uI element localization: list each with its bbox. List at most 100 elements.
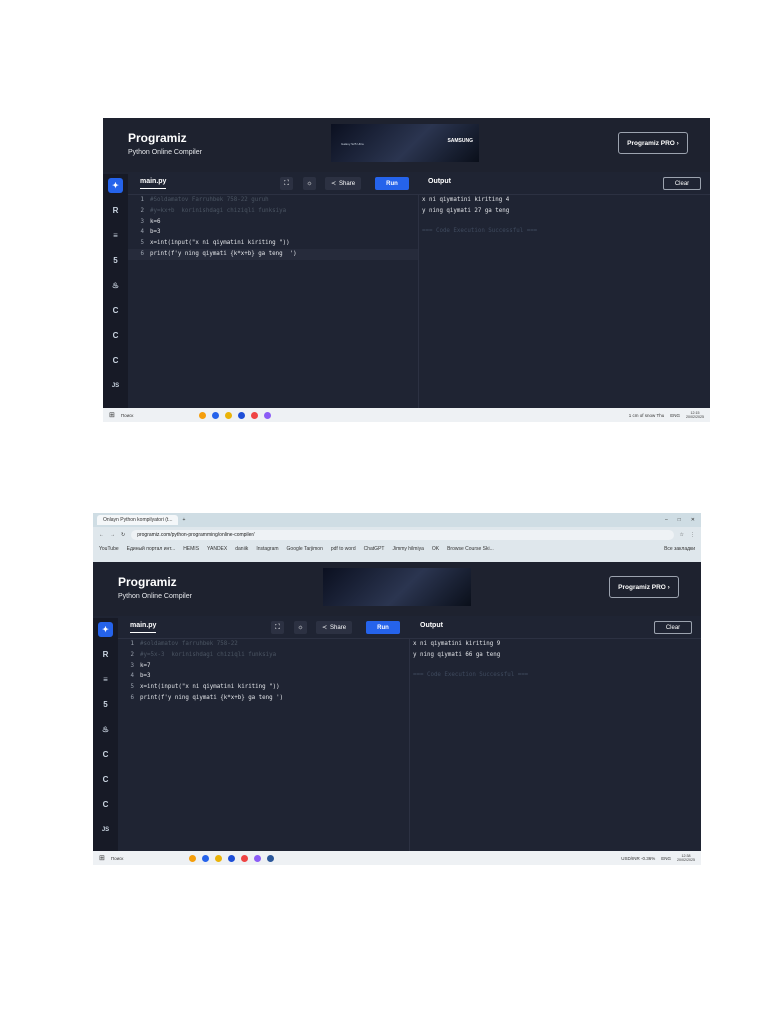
c-icon[interactable]: C: [98, 747, 113, 762]
forward-icon[interactable]: →: [110, 532, 115, 538]
clear-button[interactable]: Clear: [654, 621, 692, 634]
python-icon[interactable]: ✦: [108, 178, 123, 193]
share-button[interactable]: ≺ Share: [316, 621, 353, 634]
maximize-icon[interactable]: □: [678, 517, 681, 523]
clock[interactable]: 12:38 20/02/2025: [677, 854, 695, 862]
js-icon[interactable]: JS: [108, 378, 123, 393]
bookmark-item[interactable]: YANDEX: [207, 546, 227, 552]
clear-button[interactable]: Clear: [663, 177, 701, 190]
currency-widget[interactable]: USD/INR -0.36%: [621, 856, 655, 861]
cpp-icon[interactable]: C: [98, 772, 113, 787]
html-icon[interactable]: 5: [108, 253, 123, 268]
language-indicator[interactable]: ENG: [670, 413, 680, 418]
java-icon[interactable]: ♨: [108, 278, 123, 293]
output-panel[interactable]: x ni qiymatini kiriting 4 y ning qiymati…: [419, 195, 710, 408]
programiz-logo[interactable]: Programiz: [128, 131, 187, 145]
run-button[interactable]: Run: [375, 177, 409, 190]
csharp-icon[interactable]: C: [98, 797, 113, 812]
code-line: 4 b=3: [128, 227, 418, 238]
chrome-icon[interactable]: [251, 411, 259, 419]
output-panel[interactable]: x ni qiymatini kiriting 9 y ning qiymati…: [410, 639, 701, 851]
ad-banner[interactable]: [323, 568, 471, 606]
bookmark-item[interactable]: Единый портал инт...: [127, 546, 176, 552]
line-number: 3: [140, 218, 145, 225]
minimize-icon[interactable]: –: [665, 517, 668, 523]
browser-tab-row: Onlayn Python kompilyatori (t... + – □ ✕: [93, 513, 701, 527]
bookmark-item[interactable]: pdf to word: [331, 546, 356, 552]
fullscreen-icon[interactable]: ⛶: [271, 621, 284, 634]
bookmark-item[interactable]: YouTube: [99, 546, 119, 552]
bookmark-star-icon[interactable]: ☆: [680, 532, 684, 538]
r-language-icon[interactable]: R: [108, 203, 123, 218]
bookmark-item[interactable]: HEMIS: [183, 546, 199, 552]
java-icon[interactable]: ♨: [98, 722, 113, 737]
bookmark-item[interactable]: Browse Course Ski...: [447, 546, 494, 552]
screenshot-2: Onlayn Python kompilyatori (t... + – □ ✕…: [93, 513, 701, 865]
line-number: 2: [130, 651, 135, 658]
file-tab-main-py[interactable]: main.py: [130, 622, 157, 633]
taskbar-search[interactable]: Поиск: [121, 413, 133, 418]
theme-toggle-icon[interactable]: ☼: [294, 621, 307, 634]
new-tab-icon[interactable]: +: [182, 517, 185, 523]
file-explorer-icon[interactable]: [225, 411, 233, 419]
screenshot-1: Programiz Python Online Compiler Galaxy …: [103, 118, 710, 422]
share-button[interactable]: ≺ Share: [325, 177, 362, 190]
run-button[interactable]: Run: [366, 621, 400, 634]
menu-icon[interactable]: ⋮: [690, 532, 695, 538]
browser-tab[interactable]: Onlayn Python kompilyatori (t...: [97, 515, 179, 525]
back-icon[interactable]: ←: [99, 532, 104, 538]
bookmark-item[interactable]: Jimmy hilmiya: [392, 546, 423, 552]
telegram-icon[interactable]: [238, 411, 246, 419]
ad-banner[interactable]: Galaxy S25 Ultra SAMSUNG: [331, 124, 479, 162]
telegram-icon[interactable]: [228, 854, 236, 862]
copilot-icon[interactable]: [189, 854, 197, 862]
fullscreen-icon[interactable]: ⛶: [280, 177, 293, 190]
language-indicator[interactable]: ENG: [661, 856, 671, 861]
windows-start-icon[interactable]: ⊞: [99, 854, 105, 862]
chrome-icon[interactable]: [241, 854, 249, 862]
r-language-icon[interactable]: R: [98, 647, 113, 662]
code-editor[interactable]: 1 #soldamatov farruhbek 758-22 2 #y=5x-3 k…: [118, 639, 410, 851]
line-number: 6: [130, 694, 135, 701]
bookmark-item[interactable]: Google Tarjimon: [287, 546, 323, 552]
file-tab-main-py[interactable]: main.py: [140, 178, 167, 189]
app-icon[interactable]: [264, 411, 272, 419]
csharp-icon[interactable]: C: [108, 353, 123, 368]
clock[interactable]: 12:15 20/02/2025: [686, 411, 704, 419]
python-icon[interactable]: ✦: [98, 622, 113, 637]
programiz-pro-button[interactable]: Programiz PRO ›: [609, 576, 679, 598]
code-text: x=int(input("x ni qiymatini kiriting ")): [140, 684, 280, 691]
word-icon[interactable]: [267, 854, 275, 862]
code-line: 5 x=int(input("x ni qiymatini kiriting ")…: [118, 682, 409, 693]
code-line: 3 k=7: [118, 661, 409, 672]
code-editor[interactable]: 1 #Soldamatov Farruhbek 758-22 guruh 2 #y=…: [128, 195, 419, 408]
windows-start-icon[interactable]: ⊞: [109, 411, 115, 419]
sql-icon[interactable]: ≡: [108, 228, 123, 243]
app-icon[interactable]: [254, 854, 262, 862]
copilot-icon[interactable]: [199, 411, 207, 419]
cpp-icon[interactable]: C: [108, 328, 123, 343]
bookmark-item[interactable]: OK: [432, 546, 439, 552]
all-bookmarks[interactable]: Все закладки: [664, 546, 695, 552]
taskbar-search[interactable]: Поиск: [111, 856, 123, 861]
code-text: print(f'y ning qiymati {k*x+b} ga teng '…: [140, 694, 284, 701]
theme-toggle-icon[interactable]: ☼: [303, 177, 316, 190]
programiz-pro-button[interactable]: Programiz PRO ›: [618, 132, 688, 154]
bookmark-item[interactable]: Instagram: [256, 546, 278, 552]
reload-icon[interactable]: ↻: [121, 532, 125, 538]
weather-widget[interactable]: 1 cm of snow Thu: [629, 413, 664, 418]
programiz-logo[interactable]: Programiz: [118, 575, 177, 589]
c-icon[interactable]: C: [108, 303, 123, 318]
bookmark-item[interactable]: ChatGPT: [364, 546, 385, 552]
sql-icon[interactable]: ≡: [98, 672, 113, 687]
bookmark-item[interactable]: daniik: [235, 546, 248, 552]
edge-icon[interactable]: [212, 411, 220, 419]
url-input[interactable]: programiz.com/python-programming/online-…: [131, 529, 674, 540]
file-explorer-icon[interactable]: [215, 854, 223, 862]
js-icon[interactable]: JS: [98, 822, 113, 837]
close-icon[interactable]: ✕: [691, 517, 695, 523]
ad-text: Galaxy S25 Ultra: [341, 142, 364, 146]
edge-icon[interactable]: [202, 854, 210, 862]
code-text: k=6: [150, 218, 161, 225]
html-icon[interactable]: 5: [98, 697, 113, 712]
